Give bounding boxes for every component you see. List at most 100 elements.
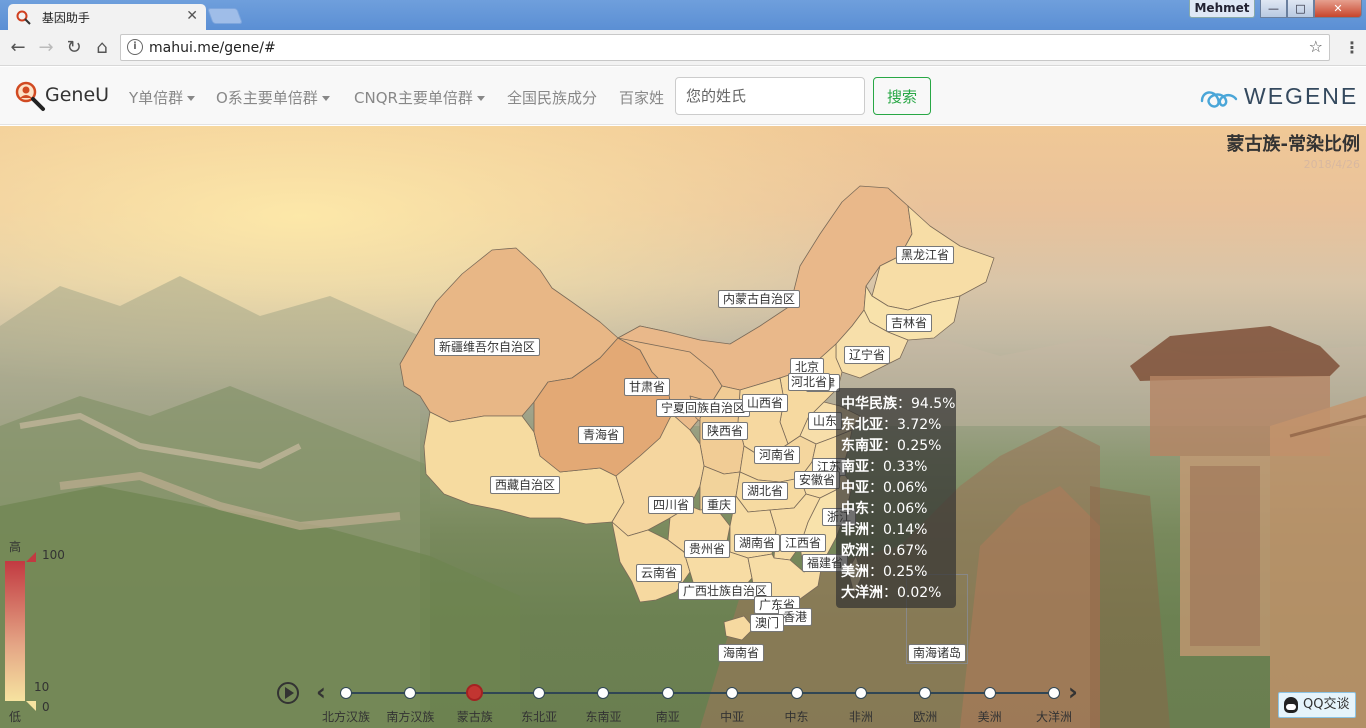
timeline-label[interactable]: 大洋洲	[1036, 708, 1072, 725]
province-label[interactable]: 安徽省	[794, 471, 841, 489]
timeline-label[interactable]: 南亚	[656, 708, 680, 725]
home-icon[interactable]: ⌂	[90, 36, 114, 60]
timeline-dot[interactable]	[854, 687, 867, 699]
province-label[interactable]: 内蒙古自治区	[718, 290, 801, 308]
legend-bottom-handle[interactable]	[26, 701, 36, 711]
timeline-label[interactable]: 欧洲	[913, 708, 937, 725]
legend-top-handle[interactable]	[26, 552, 36, 562]
timeline-next-icon[interactable]: ›	[1068, 678, 1078, 706]
timeline-dot[interactable]	[404, 687, 417, 699]
nav-surnames[interactable]: 百家姓	[619, 87, 664, 108]
province-label[interactable]: 宁夏回族自治区	[656, 399, 751, 417]
tooltip-row: 中亚：0.06%	[841, 480, 928, 496]
province-label[interactable]: 河北省	[788, 373, 831, 391]
reload-icon[interactable]: ↻	[62, 36, 86, 60]
browser-tab[interactable]: 基因助手 ✕	[8, 4, 206, 30]
province-label[interactable]: 湖北省	[742, 482, 789, 500]
province-label[interactable]: 新疆维吾尔自治区	[434, 338, 541, 356]
nav-ethnic-composition[interactable]: 全国民族成分	[507, 87, 597, 108]
province-label[interactable]: 四川省	[648, 496, 695, 514]
timeline-dot[interactable]	[726, 687, 739, 699]
province-label[interactable]: 湖南省	[734, 534, 781, 552]
new-tab-button[interactable]	[207, 8, 243, 24]
timeline-label[interactable]: 东北亚	[521, 708, 557, 725]
window-maximize-button[interactable]: □	[1287, 0, 1314, 18]
timeline-label[interactable]: 北方汉族	[322, 708, 370, 725]
nav-o-haplogroup[interactable]: O系主要单倍群	[216, 87, 330, 108]
province-label[interactable]: 南海诸岛	[908, 644, 967, 662]
tooltip-row: 非洲：0.14%	[841, 522, 928, 538]
timeline-dot[interactable]	[340, 687, 352, 699]
caret-down-icon	[476, 96, 485, 101]
timeline-label[interactable]: 非洲	[849, 708, 873, 725]
browser-menu-icon[interactable]: ⋮	[1342, 38, 1362, 57]
brand-name: GeneU	[45, 84, 110, 106]
legend-low-label: 低	[9, 710, 22, 724]
china-map[interactable]	[0, 126, 1366, 728]
site-info-icon[interactable]: i	[127, 39, 143, 55]
legend-gradient-bar[interactable]	[5, 561, 25, 701]
timeline-dot[interactable]	[790, 687, 803, 699]
timeline-dot[interactable]	[919, 687, 932, 699]
forward-arrow-icon[interactable]: →	[34, 36, 58, 60]
timeline: ‹ 北方汉族 南方汉族 蒙古族 东北亚 东南亚 南亚 中亚 中东 非洲 欧洲 美洲 大洋洲 ›	[270, 676, 1100, 728]
nav-label: CNQR主要单倍群	[354, 89, 473, 107]
back-arrow-icon[interactable]: ←	[6, 36, 30, 60]
legend-min-value: 0	[42, 700, 50, 714]
province-label[interactable]: 甘肃省	[624, 378, 671, 396]
address-url: mahui.me/gene/#	[149, 40, 276, 56]
timeline-label[interactable]: 美洲	[978, 708, 1002, 725]
province-label[interactable]: 辽宁省	[844, 346, 891, 364]
browser-user-badge[interactable]: Mehmet	[1189, 0, 1255, 18]
timeline-label[interactable]: 中东	[785, 708, 809, 725]
province-label[interactable]: 江西省	[780, 534, 827, 552]
play-icon[interactable]	[277, 682, 299, 704]
timeline-label[interactable]: 南方汉族	[386, 708, 434, 725]
qq-chat-button[interactable]: QQ交谈	[1278, 692, 1356, 718]
province-label[interactable]: 青海省	[578, 426, 625, 444]
timeline-axis	[346, 692, 1054, 694]
legend-max-value: 100	[42, 548, 65, 562]
wegene-logo-text: WEGENE	[1244, 83, 1359, 109]
address-bar[interactable]: i mahui.me/gene/# ☆	[120, 34, 1330, 61]
timeline-label[interactable]: 中亚	[720, 708, 744, 725]
province-label[interactable]: 贵州省	[684, 540, 731, 558]
timeline-label[interactable]: 东南亚	[585, 708, 621, 725]
province-label[interactable]: 山西省	[742, 394, 789, 412]
map-view: 蒙古族-常染比例 2018/4/26 黑龙江省 吉林省 辽宁省 内蒙古自治区 新…	[0, 126, 1366, 728]
nav-cnqr-haplogroup[interactable]: CNQR主要单倍群	[354, 87, 485, 108]
province-shanxi[interactable]	[737, 377, 789, 457]
province-label[interactable]: 陕西省	[702, 422, 749, 440]
legend-high-label: 高	[9, 540, 22, 554]
search-button[interactable]: 搜索	[873, 77, 931, 115]
timeline-dot[interactable]	[533, 687, 546, 699]
window-minimize-button[interactable]: —	[1260, 0, 1287, 18]
province-label[interactable]: 重庆	[702, 496, 737, 514]
province-label[interactable]: 吉林省	[886, 314, 933, 332]
province-label[interactable]: 云南省	[636, 564, 683, 582]
window-close-button[interactable]: ✕	[1314, 0, 1362, 18]
province-label[interactable]: 西藏自治区	[490, 476, 561, 494]
qq-chat-label: QQ交谈	[1303, 697, 1350, 712]
province-label[interactable]: 澳门	[750, 614, 785, 632]
timeline-dot[interactable]	[983, 687, 996, 699]
tab-close-icon[interactable]: ✕	[186, 8, 198, 24]
province-label[interactable]: 海南省	[718, 644, 765, 662]
visual-map-legend[interactable]: 高 100 10 0 低	[5, 540, 65, 724]
bookmark-star-icon[interactable]: ☆	[1309, 37, 1323, 56]
tooltip-row: 中华民族：94.5%	[841, 396, 956, 412]
maximize-icon: □	[1295, 2, 1306, 15]
timeline-dot[interactable]	[466, 684, 484, 701]
timeline-dot[interactable]	[597, 687, 610, 699]
timeline-label[interactable]: 蒙古族	[457, 708, 493, 725]
tooltip-row: 东南亚：0.25%	[841, 438, 942, 454]
nav-y-haplogroup[interactable]: Y单倍群	[129, 87, 196, 108]
surname-search-input[interactable]	[675, 77, 865, 115]
province-label[interactable]: 河南省	[754, 446, 801, 464]
legend-mid-value: 10	[34, 680, 50, 694]
timeline-prev-icon[interactable]: ‹	[316, 678, 326, 706]
timeline-dot[interactable]	[1048, 687, 1060, 699]
nav-label: 全国民族成分	[507, 89, 598, 107]
province-label[interactable]: 黑龙江省	[896, 246, 955, 264]
timeline-dot[interactable]	[661, 687, 674, 699]
